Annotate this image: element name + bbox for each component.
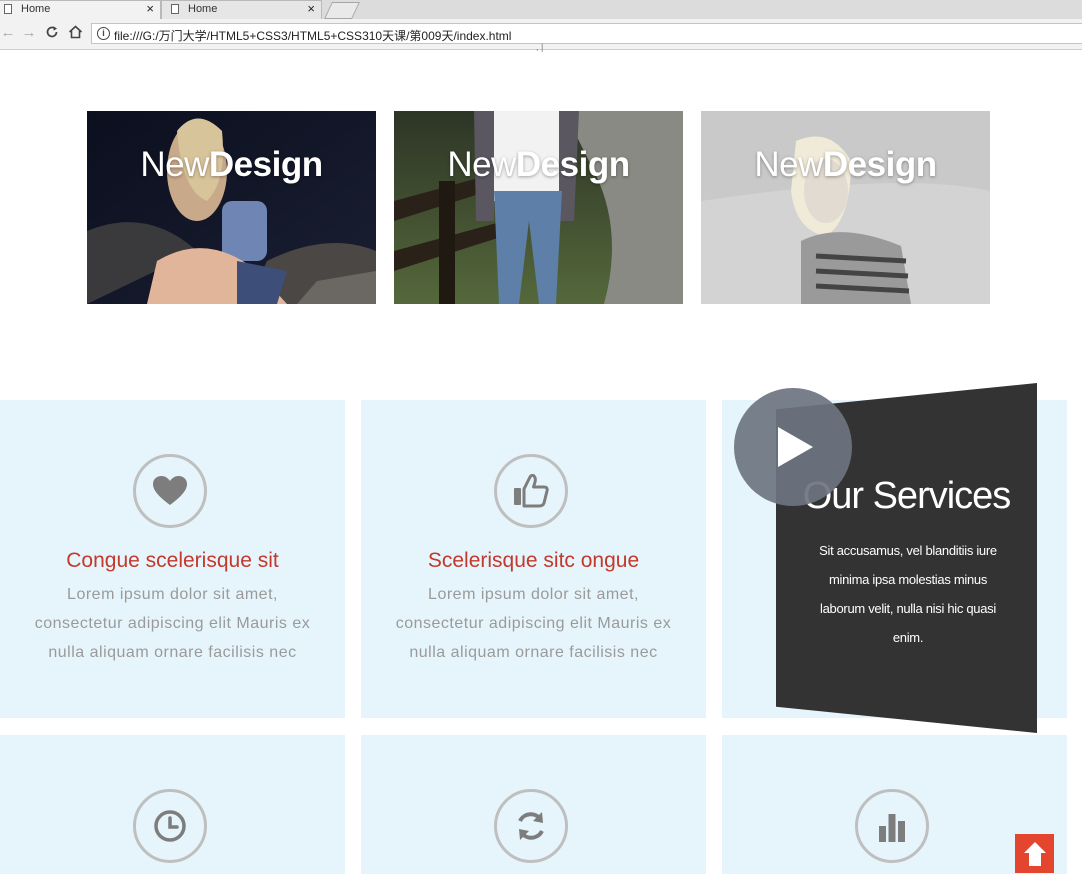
play-button[interactable] [734,388,852,506]
arrow-up-icon [1024,842,1046,866]
feature-card [361,735,706,874]
gallery-item-3[interactable]: NewDesign [701,111,990,304]
tab-home-1[interactable]: Home × [0,0,161,19]
heart-icon [153,476,187,505]
clock-icon [154,810,186,842]
home-icon[interactable] [67,25,83,41]
address-bar[interactable]: i file:///G:/万门大学/HTML5+CSS3/HTML5+CSS31… [91,23,1082,44]
gallery-title: NewDesign [754,145,937,184]
feature-text: Lorem ipsum dolor sit amet, consectetur … [34,586,311,661]
tab-home-2[interactable]: Home × [161,0,322,19]
back-icon[interactable]: ← [0,25,16,41]
gallery-title: NewDesign [447,145,630,184]
forward-icon[interactable]: → [21,25,37,41]
feature-text: Lorem ipsum dolor sit amet, consectetur … [395,586,672,661]
feature-title: Scelerisque sitc ongue [427,549,640,572]
feature-icon-circle [855,789,929,863]
cut-off-text: , | [536,42,544,52]
refresh-icon [518,812,544,840]
feature-title: Congue scelerisque sit [66,549,279,572]
back-to-top-button[interactable] [1015,834,1054,873]
tab-label: Home [188,3,218,15]
photo-girl-smiling [701,111,990,304]
info-icon[interactable]: i [97,27,110,40]
document-icon [171,4,179,14]
bar-chart-icon [879,814,905,842]
feature-card: Scelerisque sitc ongue Lorem ipsum dolor… [361,400,706,718]
gallery-item-1[interactable]: NewDesign [87,111,376,304]
document-icon [4,4,12,14]
tab-label: Home [21,3,51,15]
feature-icon-circle [494,789,568,863]
feature-card: Congue scelerisque sit Lorem ipsum dolor… [0,400,345,718]
photo-girl-at-fence [394,111,683,304]
feature-icon-circle [133,789,207,863]
tab-bar: Home × Home × [0,0,1082,19]
url-text[interactable]: file:///G:/万门大学/HTML5+CSS3/HTML5+CSS310天… [114,27,511,44]
gallery-item-2[interactable]: NewDesign [394,111,683,304]
new-tab-button[interactable] [324,2,360,19]
reload-icon[interactable] [44,25,60,41]
play-icon [778,427,813,467]
gallery-title: NewDesign [140,145,323,184]
services-text: Sit accusamus, vel blanditiis iure minim… [819,543,997,645]
close-icon[interactable]: × [146,1,154,16]
photo-girl-on-rocks [87,111,376,304]
feature-icon-circle [494,454,568,528]
close-icon[interactable]: × [307,1,315,16]
thumbs-up-icon [514,474,549,508]
feature-icon-circle [133,454,207,528]
feature-card [0,735,345,874]
